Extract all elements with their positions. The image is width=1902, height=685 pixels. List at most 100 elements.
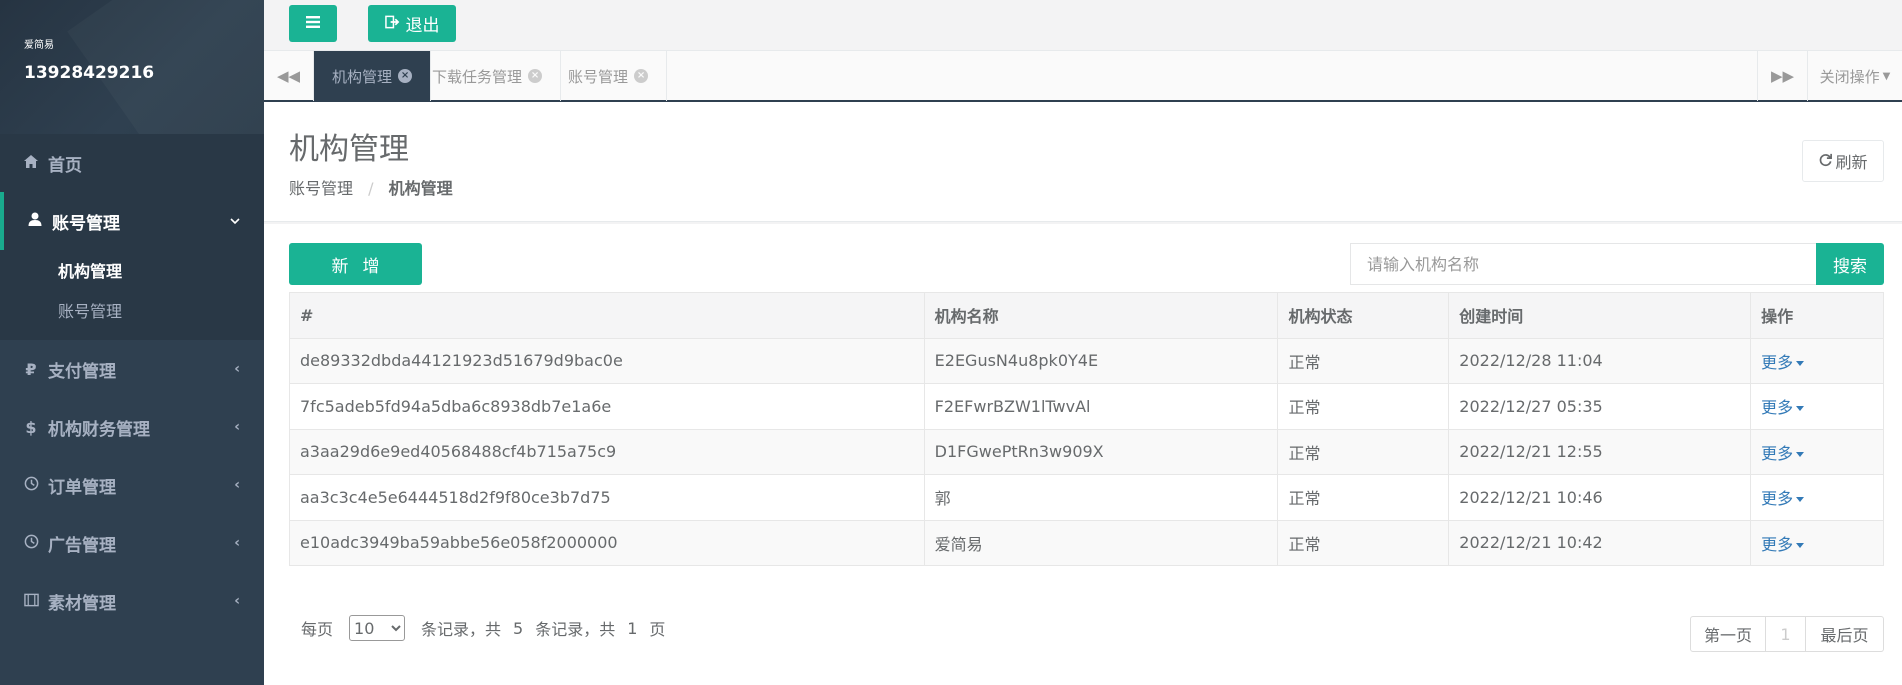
table-row: e10adc3949ba59abbe56e058f2000000 爱简易 正常 … xyxy=(289,519,1884,566)
cell-status: 正常 xyxy=(1277,337,1450,384)
close-operations-dropdown[interactable]: 关闭操作 ▼ xyxy=(1807,51,1902,101)
subnav-item-org-mgmt[interactable]: 机构管理 xyxy=(0,250,264,290)
total-records: 5 xyxy=(513,618,524,638)
tab-account-mgmt[interactable]: 账号管理 × xyxy=(550,51,668,101)
breadcrumb-parent[interactable]: 账号管理 xyxy=(289,179,353,198)
column-header-status[interactable]: 机构状态 xyxy=(1277,292,1450,339)
cell-actions: 更多 xyxy=(1750,474,1884,521)
table-row: 7fc5adeb5fd94a5dba6c8938db7e1a6e F2EFwrB… xyxy=(289,383,1884,430)
dollar-icon: $ xyxy=(25,417,37,437)
hamburger-icon xyxy=(305,14,321,34)
total-pages: 1 xyxy=(627,618,638,638)
more-dropdown[interactable]: 更多 xyxy=(1761,535,1805,554)
table-row: a3aa29d6e9ed40568488cf4b715a75c9 D1FGweP… xyxy=(289,428,1884,475)
breadcrumb-current: 机构管理 xyxy=(388,179,453,198)
chevron-left-icon: ‹ xyxy=(234,419,240,435)
profile-name[interactable]: 爱简易 xyxy=(24,36,264,51)
nav-item-org-finance-mgmt[interactable]: $ 机构财务管理 ‹ xyxy=(0,398,264,456)
cell-status: 正常 xyxy=(1277,383,1450,430)
tab-scroll-right-button[interactable]: ▶▶ xyxy=(1757,51,1807,101)
chevron-down-icon xyxy=(230,213,240,229)
cell-name: E2EGusN4u8pk0Y4E xyxy=(923,337,1279,384)
page-size-select[interactable]: 10 xyxy=(349,615,406,641)
cell-actions: 更多 xyxy=(1750,383,1884,430)
more-dropdown[interactable]: 更多 xyxy=(1761,398,1805,417)
chevron-left-icon: ‹ xyxy=(234,593,240,609)
chevron-left-icon: ‹ xyxy=(234,477,240,493)
cell-created: 2022/12/21 12:55 xyxy=(1448,428,1752,475)
close-operations-label: 关闭操作 xyxy=(1819,67,1880,86)
topbar: 退出 xyxy=(264,0,1902,50)
cell-id: e10adc3949ba59abbe56e058f2000000 xyxy=(289,519,925,566)
nav-item-home[interactable]: 首页 xyxy=(0,134,264,192)
nav-item-material-mgmt[interactable]: 素材管理 ‹ xyxy=(0,572,264,630)
backward-icon: ◀◀ xyxy=(276,67,301,85)
caret-down-icon xyxy=(1796,406,1805,412)
add-button[interactable]: 新增 xyxy=(289,243,422,285)
cell-created: 2022/12/21 10:42 xyxy=(1448,519,1752,566)
search-button[interactable]: 搜索 xyxy=(1816,243,1884,285)
menu-toggle-button[interactable] xyxy=(289,5,337,42)
logout-label: 退出 xyxy=(405,16,440,36)
cell-status: 正常 xyxy=(1277,428,1450,475)
subnav-item-account-mgmt[interactable]: 账号管理 xyxy=(0,290,264,330)
nav-item-label: 订单管理 xyxy=(48,477,116,498)
tab-scroll-left-button[interactable]: ◀◀ xyxy=(264,51,314,101)
chevron-left-icon: ‹ xyxy=(234,535,240,551)
home-icon xyxy=(22,154,40,173)
nav-item-label: 机构财务管理 xyxy=(48,419,150,440)
more-dropdown[interactable]: 更多 xyxy=(1761,489,1805,508)
nav-item-order-mgmt[interactable]: 订单管理 ‹ xyxy=(0,456,264,514)
forward-icon: ▶▶ xyxy=(1770,67,1795,85)
logout-button[interactable]: 退出 xyxy=(368,5,456,42)
caret-down-icon: ▼ xyxy=(1882,70,1891,82)
cell-created: 2022/12/28 11:04 xyxy=(1448,337,1752,384)
ruble-icon: ₽ xyxy=(25,359,37,379)
cell-id: 7fc5adeb5fd94a5dba6c8938db7e1a6e xyxy=(289,383,925,430)
film-icon xyxy=(22,592,40,611)
column-header-created[interactable]: 创建时间 xyxy=(1448,292,1752,339)
page-title: 机构管理 xyxy=(289,132,409,167)
more-dropdown[interactable]: 更多 xyxy=(1761,444,1805,463)
breadcrumb: 账号管理 / 机构管理 xyxy=(289,175,453,199)
cell-actions: 更多 xyxy=(1750,428,1884,475)
cell-name: 爱简易 xyxy=(923,519,1279,566)
sidebar: 爱简易 13928429216 首页 账号管理 机构管理 账号管理 ₽ 支付管理… xyxy=(0,0,264,685)
close-icon[interactable]: × xyxy=(398,69,413,83)
caret-down-icon xyxy=(1796,451,1805,457)
cell-id: de89332dbda44121923d51679d9bac0e xyxy=(289,337,925,384)
caret-down-icon xyxy=(1796,542,1805,548)
profile-phone[interactable]: 13928429216 xyxy=(24,63,264,83)
breadcrumb-separator: / xyxy=(368,179,374,198)
search-input[interactable] xyxy=(1350,243,1817,285)
cell-created: 2022/12/21 10:46 xyxy=(1448,474,1752,521)
per-page-prefix: 每页 xyxy=(301,620,334,639)
sign-out-icon xyxy=(384,15,400,33)
nav-item-label: 支付管理 xyxy=(48,361,116,382)
tab-download-task-mgmt[interactable]: 下载任务管理 × xyxy=(414,51,562,101)
nav-item-ad-mgmt[interactable]: 广告管理 ‹ xyxy=(0,514,264,572)
pagination-info: 每页 10 条记录，共 5 条记录，共 1 页 xyxy=(301,615,665,641)
main-content: 新增 搜索 # 机构名称 机构状态 创建时间 操作 de89332dbda441… xyxy=(264,224,1902,685)
close-icon[interactable]: × xyxy=(528,69,543,83)
records-text: 条记录，共 xyxy=(421,620,502,639)
column-header-id[interactable]: # xyxy=(289,292,925,339)
table-row: de89332dbda44121923d51679d9bac0e E2EGusN… xyxy=(289,337,1884,384)
clock-icon xyxy=(22,534,40,553)
cell-actions: 更多 xyxy=(1750,519,1884,566)
caret-down-icon xyxy=(1796,360,1805,366)
refresh-icon xyxy=(1818,152,1833,171)
refresh-button[interactable]: 刷新 xyxy=(1802,140,1884,182)
cell-id: a3aa29d6e9ed40568488cf4b715a75c9 xyxy=(289,428,925,475)
column-header-actions: 操作 xyxy=(1750,292,1884,339)
close-icon[interactable]: × xyxy=(634,69,649,83)
first-page-button[interactable]: 第一页 xyxy=(1690,616,1766,652)
page-number-button[interactable]: 1 xyxy=(1766,616,1806,652)
cell-created: 2022/12/27 05:35 xyxy=(1448,383,1752,430)
more-dropdown[interactable]: 更多 xyxy=(1761,353,1805,372)
nav-item-payment-mgmt[interactable]: ₽ 支付管理 ‹ xyxy=(0,340,264,398)
nav-item-account-mgmt[interactable]: 账号管理 xyxy=(0,192,264,250)
column-header-name[interactable]: 机构名称 xyxy=(923,292,1279,339)
last-page-button[interactable]: 最后页 xyxy=(1806,616,1884,652)
pagination: 第一页 1 最后页 xyxy=(1690,616,1884,652)
